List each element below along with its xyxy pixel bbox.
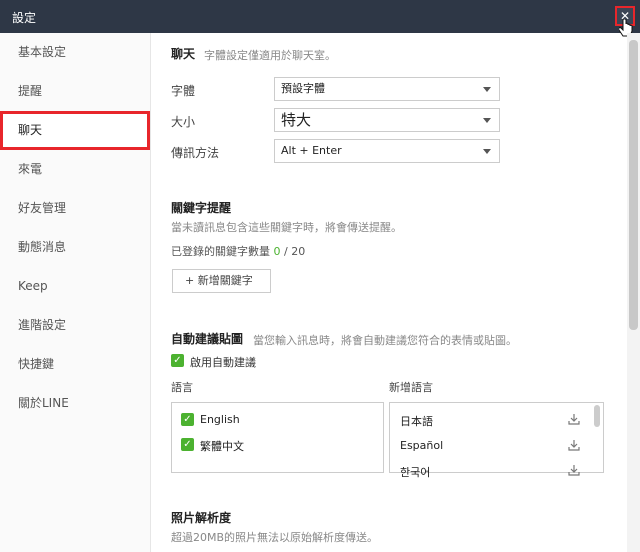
sidebar-item-shortcuts[interactable]: 快捷鍵: [0, 345, 151, 384]
sidebar-item-timeline[interactable]: 動態消息: [0, 228, 151, 267]
settings-scrollbar-thumb[interactable]: [629, 40, 638, 330]
check-icon: ✓: [183, 414, 192, 425]
size-select-value: 特大: [281, 111, 312, 129]
sidebar-item-chat[interactable]: 聊天: [0, 111, 150, 150]
auto-suggest-section-desc: 當您輸入訊息時，將會自動建議您符合的表情或貼圖。: [253, 334, 517, 347]
font-select-value: 預設字體: [281, 82, 325, 95]
chat-section-desc: 字體設定僅適用於聊天室。: [204, 49, 336, 62]
download-icon[interactable]: [568, 439, 580, 451]
size-select[interactable]: 特大: [274, 108, 500, 132]
add-languages-header: 新增語言: [389, 381, 433, 394]
download-icon[interactable]: [568, 413, 580, 425]
language-korean: 한국어: [400, 466, 431, 479]
available-languages-scrollbar[interactable]: [594, 405, 600, 427]
sidebar-item-friends[interactable]: 好友管理: [0, 189, 151, 228]
font-select[interactable]: 預設字體: [274, 77, 500, 101]
chevron-down-icon: [483, 118, 491, 123]
english-checkbox[interactable]: ✓: [181, 413, 194, 426]
font-label: 字體: [171, 84, 196, 98]
photo-section-title: 照片解析度: [171, 511, 232, 525]
chevron-down-icon: [483, 87, 491, 92]
chevron-down-icon: [483, 149, 491, 154]
chat-section-title: 聊天: [171, 47, 196, 61]
sidebar: 基本設定 提醒 聊天 來電 好友管理 動態消息 Keep 進階設定 快捷鍵 關於…: [0, 33, 151, 552]
languages-header: 語言: [171, 381, 193, 394]
keywords-section-desc: 當未讀訊息包含這些關鍵字時，將會傳送提醒。: [171, 221, 402, 234]
keyword-count-current: 0: [273, 245, 281, 258]
send-method-select[interactable]: Alt + Enter: [274, 139, 500, 163]
keyword-count: 已登錄的關鍵字數量 0 / 20: [171, 243, 305, 259]
sidebar-item-about[interactable]: 關於LINE: [0, 384, 151, 423]
send-method-select-value: Alt + Enter: [281, 144, 342, 157]
sidebar-item-notifications[interactable]: 提醒: [0, 72, 151, 111]
enable-auto-suggest-label: 啟用自動建議: [190, 356, 256, 369]
settings-panel: 聊天 字體設定僅適用於聊天室。 字體 預設字體 大小 特大 傳訊方法 Alt +…: [152, 33, 626, 552]
language-english: English: [200, 413, 240, 426]
keyword-count-separator: /: [280, 245, 292, 258]
sidebar-item-basic[interactable]: 基本設定: [0, 33, 151, 72]
auto-suggest-section-title: 自動建議貼圖: [171, 332, 244, 346]
keyword-count-label: 已登錄的關鍵字數量: [171, 245, 270, 258]
send-method-label: 傳訊方法: [171, 146, 220, 160]
download-icon[interactable]: [568, 464, 580, 476]
enable-auto-suggest-checkbox[interactable]: ✓: [171, 354, 184, 367]
check-icon: ✓: [183, 439, 192, 450]
add-keyword-button[interactable]: + 新增關鍵字: [172, 269, 271, 293]
photo-section-desc: 超過20MB的照片無法以原始解析度傳送。: [171, 531, 379, 544]
traditional-chinese-checkbox[interactable]: ✓: [181, 438, 194, 451]
window-title: 設定: [12, 11, 37, 25]
language-japanese: 日本語: [400, 415, 433, 428]
keyword-count-max: 20: [291, 245, 306, 258]
title-bar: 設定 ✕: [0, 0, 640, 33]
language-spanish: Español: [400, 439, 444, 452]
language-traditional-chinese: 繁體中文: [200, 440, 244, 453]
sidebar-item-advanced[interactable]: 進階設定: [0, 306, 151, 345]
keywords-section-title: 關鍵字提醒: [171, 201, 232, 215]
size-label: 大小: [171, 115, 196, 129]
check-icon: ✓: [173, 355, 182, 366]
sidebar-item-keep[interactable]: Keep: [0, 267, 151, 306]
sidebar-item-calls[interactable]: 來電: [0, 150, 151, 189]
